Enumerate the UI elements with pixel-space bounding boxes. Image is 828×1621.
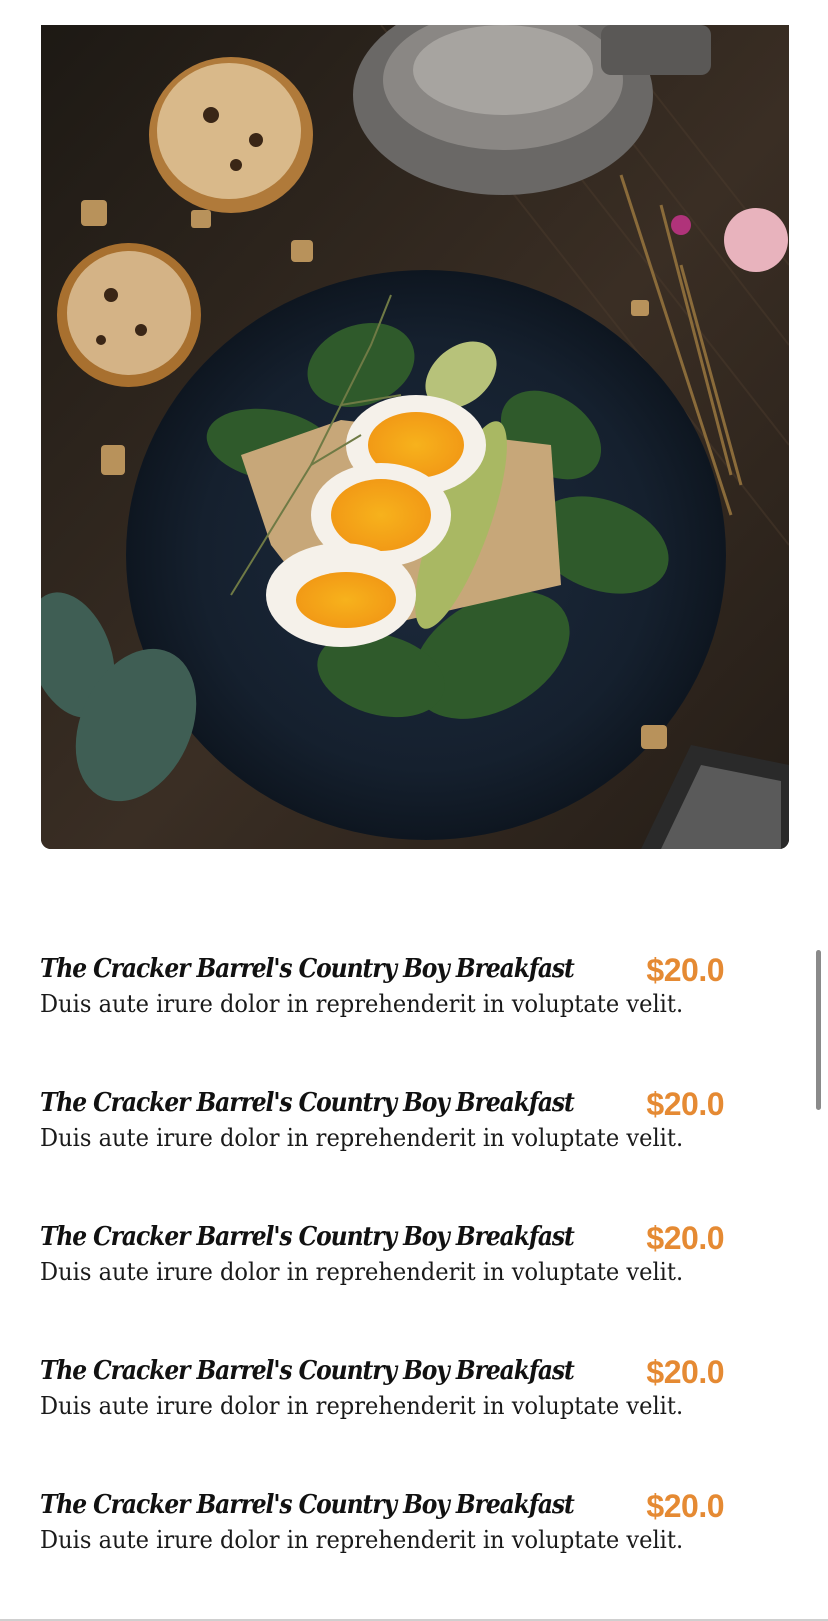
menu-item-title: The Cracker Barrel's Country Boy Breakfa… [40, 1088, 575, 1118]
menu-item-price: $20.0 [646, 1488, 724, 1524]
hero-food-image [41, 25, 789, 849]
menu-item[interactable]: The Cracker Barrel's Country Boy Breakfa… [40, 940, 730, 1030]
menu-item-description: Duis aute irure dolor in reprehenderit i… [40, 1392, 684, 1420]
menu-item-description: Duis aute irure dolor in reprehenderit i… [40, 990, 684, 1018]
menu-item-title: The Cracker Barrel's Country Boy Breakfa… [40, 1356, 575, 1386]
menu-item-title: The Cracker Barrel's Country Boy Breakfa… [40, 1222, 575, 1252]
menu-item[interactable]: The Cracker Barrel's Country Boy Breakfa… [40, 1342, 730, 1432]
menu-item[interactable]: The Cracker Barrel's Country Boy Breakfa… [40, 1208, 730, 1298]
scrollbar-thumb[interactable] [816, 950, 821, 1110]
menu-item-description: Duis aute irure dolor in reprehenderit i… [40, 1526, 684, 1554]
menu-item-price: $20.0 [646, 1354, 724, 1390]
menu-item-title: The Cracker Barrel's Country Boy Breakfa… [40, 954, 575, 984]
menu-item[interactable]: The Cracker Barrel's Country Boy Breakfa… [40, 1074, 730, 1164]
menu-item-title: The Cracker Barrel's Country Boy Breakfa… [40, 1490, 575, 1520]
food-photo-illustration [41, 25, 789, 849]
menu-item-description: Duis aute irure dolor in reprehenderit i… [40, 1124, 684, 1152]
menu-item-price: $20.0 [646, 952, 724, 988]
menu-item[interactable]: The Cracker Barrel's Country Boy Breakfa… [40, 1476, 730, 1566]
menu-item-price: $20.0 [646, 1086, 724, 1122]
menu-item-description: Duis aute irure dolor in reprehenderit i… [40, 1258, 684, 1286]
menu-item-price: $20.0 [646, 1220, 724, 1256]
